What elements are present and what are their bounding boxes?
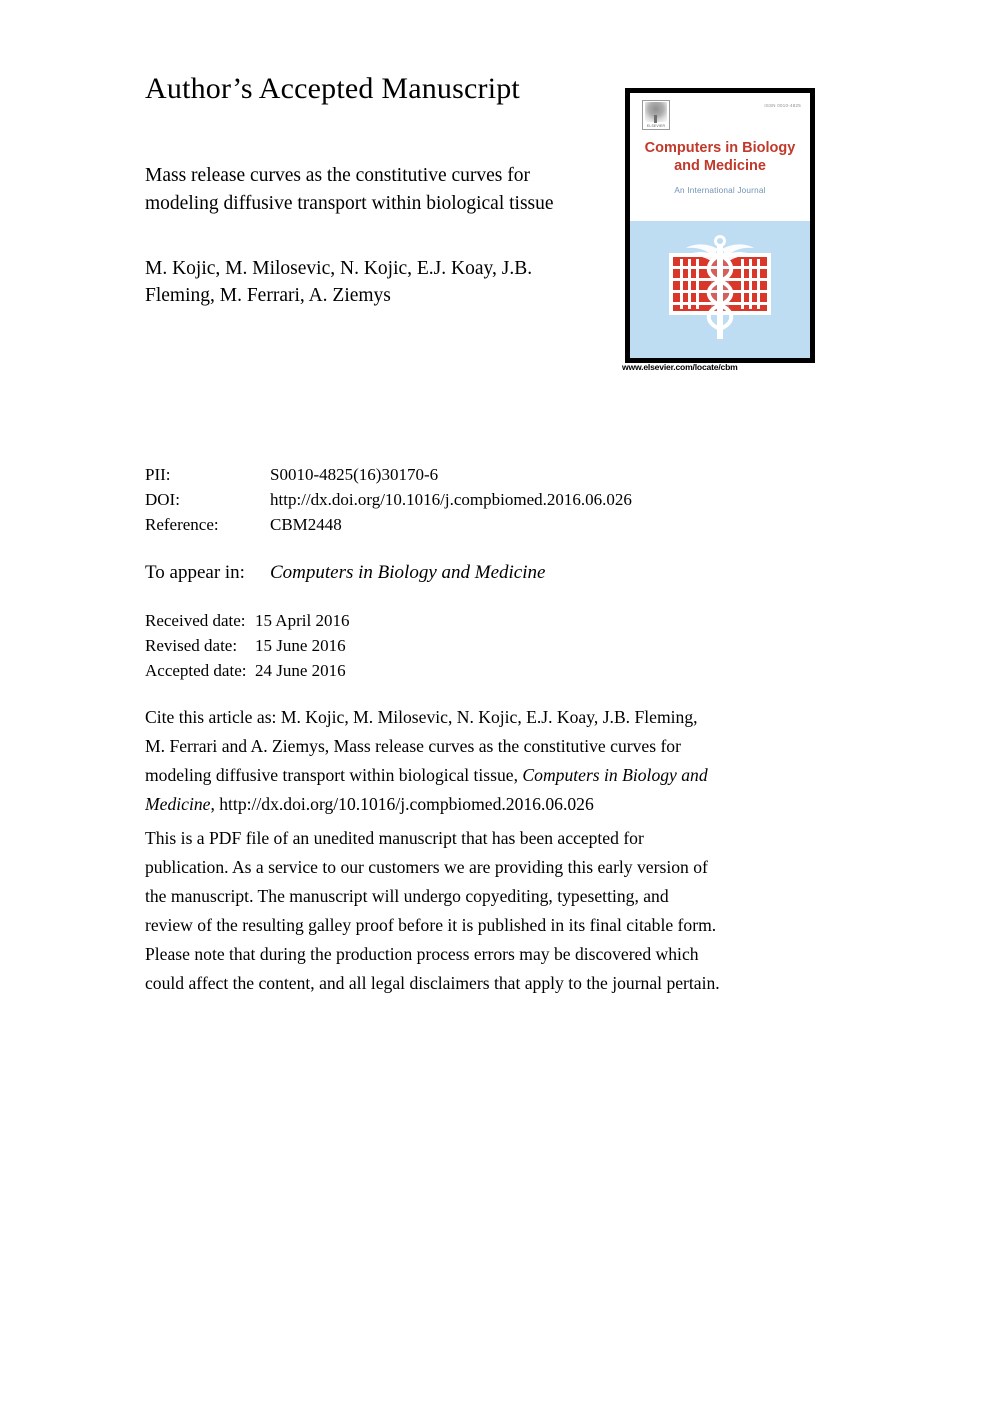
- page-title: Author’s Accepted Manuscript: [145, 72, 520, 105]
- doi-label: DOI:: [145, 490, 180, 509]
- received-date-value: 15 April 2016: [255, 611, 350, 630]
- reference-label: Reference:: [145, 515, 219, 534]
- article-title-line-2: modeling diffusive transport within biol…: [145, 193, 554, 214]
- author-list-line-2: Fleming, M. Ferrari, A. Ziemys: [145, 285, 391, 306]
- elsevier-wordmark: ELSEVIER: [646, 124, 666, 128]
- disclaimer-line-2: publication. As a service to our custome…: [145, 857, 708, 877]
- accepted-date-value: 24 June 2016: [255, 661, 346, 680]
- disclaimer-line-1: This is a PDF file of an unedited manusc…: [145, 828, 644, 848]
- journal-cover-bottom-panel: [630, 221, 810, 358]
- received-date-row: Received date: 15 April 2016: [145, 608, 349, 633]
- elsevier-tree-trunk-icon: [654, 115, 657, 123]
- to-appear-in-value: Computers in Biology and Medicine: [270, 562, 546, 583]
- metadata-row-reference: Reference: CBM2448: [145, 512, 632, 537]
- journal-cover-top-panel: ELSEVIER ISSN 0010-4825 Computers in Bio…: [630, 93, 810, 221]
- article-title-line-1: Mass release curves as the constitutive …: [145, 165, 530, 186]
- manuscript-cover-page: Author’s Accepted Manuscript Mass releas…: [0, 0, 992, 1403]
- pii-label: PII:: [145, 465, 171, 484]
- caduceus-abacus-icon: [669, 235, 771, 339]
- author-list: M. Kojic, M. Milosevic, N. Kojic, E.J. K…: [145, 255, 593, 309]
- disclaimer-line-5: Please note that during the production p…: [145, 944, 699, 964]
- reference-value: CBM2448: [270, 515, 342, 534]
- citation-line-1: Cite this article as: M. Kojic, M. Milos…: [145, 707, 698, 727]
- elsevier-logo-icon: ELSEVIER: [642, 100, 670, 130]
- disclaimer-line-4: review of the resulting galley proof bef…: [145, 915, 717, 935]
- accepted-date-label: Accepted date:: [145, 661, 247, 680]
- citation-line-3: modeling diffusive transport within biol…: [145, 761, 828, 790]
- citation-line-2: M. Ferrari and A. Ziemys, Mass release c…: [145, 736, 681, 756]
- citation-paragraph: Cite this article as: M. Kojic, M. Milos…: [145, 703, 828, 819]
- disclaimer-line-6: could affect the content, and all legal …: [145, 973, 720, 993]
- citation-line-3-journal: Computers in Biology and: [522, 765, 708, 785]
- citation-line-4-doi: , http://dx.doi.org/10.1016/j.compbiomed…: [210, 794, 594, 814]
- submission-dates: Received date: 15 April 2016 Revised dat…: [145, 608, 349, 683]
- journal-title: Computers in Biology and Medicine: [630, 139, 810, 175]
- metadata-row-pii: PII: S0010-4825(16)30170-6: [145, 462, 632, 487]
- revised-date-label: Revised date:: [145, 636, 238, 655]
- journal-cover-image: ELSEVIER ISSN 0010-4825 Computers in Bio…: [625, 88, 815, 363]
- citation-line-3-plain: modeling diffusive transport within biol…: [145, 765, 523, 785]
- pii-value: S0010-4825(16)30170-6: [270, 465, 439, 484]
- doi-value[interactable]: http://dx.doi.org/10.1016/j.compbiomed.2…: [270, 487, 632, 512]
- citation-line-4: Medicine, http://dx.doi.org/10.1016/j.co…: [145, 790, 828, 819]
- metadata-row-doi: DOI: http://dx.doi.org/10.1016/j.compbio…: [145, 487, 632, 512]
- disclaimer-paragraph: This is a PDF file of an unedited manusc…: [145, 824, 828, 998]
- revised-date-value: 15 June 2016: [255, 636, 346, 655]
- journal-url: www.elsevier.com/locate/cbm: [622, 362, 738, 372]
- journal-subtitle: An International Journal: [674, 186, 766, 195]
- disclaimer-line-3: the manuscript. The manuscript will unde…: [145, 886, 669, 906]
- citation-line-4-journal: Medicine: [145, 794, 211, 814]
- issn-text: ISSN 0010-4825: [764, 103, 801, 108]
- to-appear-in-row: To appear in: Computers in Biology and M…: [145, 560, 545, 586]
- journal-title-line-2: and Medicine: [674, 158, 766, 174]
- journal-title-line-1: Computers in Biology: [644, 140, 796, 156]
- received-date-label: Received date:: [145, 611, 246, 630]
- to-appear-in-label: To appear in:: [145, 562, 245, 583]
- metadata-identifiers: PII: S0010-4825(16)30170-6 DOI: http://d…: [145, 462, 632, 537]
- author-list-line-1: M. Kojic, M. Milosevic, N. Kojic, E.J. K…: [145, 258, 533, 279]
- article-title: Mass release curves as the constitutive …: [145, 162, 588, 218]
- accepted-date-row: Accepted date: 24 June 2016: [145, 658, 349, 683]
- revised-date-row: Revised date: 15 June 2016: [145, 633, 349, 658]
